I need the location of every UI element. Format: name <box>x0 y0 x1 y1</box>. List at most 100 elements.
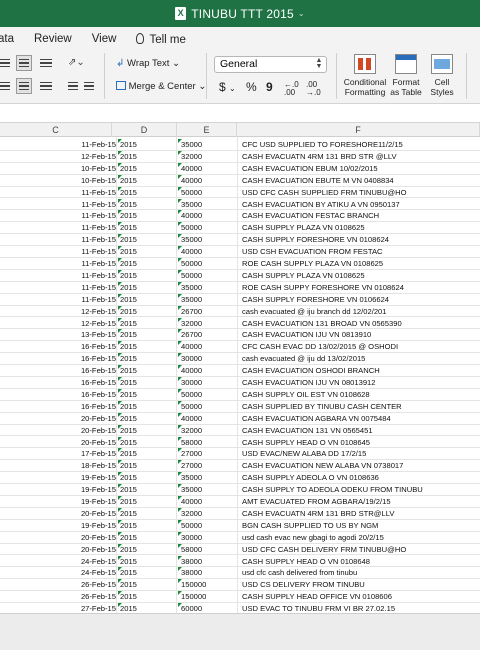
cell-date[interactable]: 11-Feb-15 <box>60 210 116 221</box>
cell-description[interactable]: CASH EVACUATION IJU VN 08013912 <box>240 377 480 388</box>
cell-date[interactable]: 20-Feb-15 <box>60 532 116 543</box>
cell-year[interactable]: 2015 <box>118 531 168 543</box>
cell-amount[interactable]: 30000 <box>178 353 234 364</box>
cell-year[interactable]: 2015 <box>118 543 168 555</box>
conditional-formatting-button[interactable]: Conditional Formatting <box>342 54 388 97</box>
cell-date[interactable]: 10-Feb-15 <box>60 163 116 174</box>
cell-year[interactable]: 2015 <box>118 507 168 519</box>
cell-amount[interactable]: 50000 <box>178 519 234 531</box>
cell-year[interactable]: 2015 <box>118 293 168 305</box>
cell-year[interactable]: 2015 <box>118 460 168 471</box>
cell-year[interactable]: 2015 <box>118 353 168 364</box>
merge-center-button[interactable]: Merge & Center ⌄ <box>116 81 206 92</box>
cell-amount[interactable]: 40000 <box>178 246 234 257</box>
cell-amount[interactable]: 26700 <box>178 329 234 340</box>
cell-description[interactable]: CASH EVACUATION NEW ALABA VN 0738017 <box>240 460 480 471</box>
tab-review[interactable]: Review <box>34 33 72 45</box>
cell-date[interactable]: 11-Feb-15 <box>60 187 116 198</box>
cell-year[interactable]: 2015 <box>118 174 168 186</box>
cell-year[interactable]: 2015 <box>118 472 168 483</box>
cell-year[interactable]: 2015 <box>118 496 168 507</box>
cell-styles-button[interactable]: Cell Styles <box>426 54 458 97</box>
cell-amount[interactable]: 50000 <box>178 186 234 198</box>
cell-amount[interactable]: 32000 <box>178 317 234 329</box>
cell-year[interactable]: 2015 <box>118 329 168 340</box>
cell-description[interactable]: CASH EVACUATION 131 BROAD VN 0565390 <box>240 318 480 329</box>
cell-amount[interactable]: 50000 <box>178 258 234 269</box>
increase-indent-icon[interactable] <box>84 80 94 92</box>
orientation-icon[interactable]: ⇗⌄ <box>68 57 85 68</box>
cell-year[interactable]: 2015 <box>118 222 168 233</box>
align-bottom-icon[interactable] <box>40 57 52 69</box>
align-center-icon[interactable] <box>16 78 32 94</box>
cell-amount[interactable]: 40000 <box>178 365 234 376</box>
cell-year[interactable]: 2015 <box>118 162 168 174</box>
cell-amount[interactable]: 50000 <box>178 400 234 412</box>
cell-year[interactable]: 2015 <box>118 436 168 448</box>
cell-description[interactable]: CASH SUPPLY TO ADEOLA ODEKU FROM TINUBU <box>240 484 480 495</box>
column-header-d[interactable]: D <box>112 123 177 137</box>
cell-year[interactable]: 2015 <box>118 258 168 269</box>
cell-year[interactable]: 2015 <box>118 305 168 317</box>
cell-description[interactable]: CASH EVACUATN 4RM 131 BRD STR@LLV <box>240 508 480 519</box>
cell-amount[interactable]: 30000 <box>178 377 234 388</box>
cell-amount[interactable]: 35000 <box>178 293 234 305</box>
cell-amount[interactable]: 150000 <box>178 579 234 590</box>
cell-date[interactable]: 19-Feb-15 <box>60 472 116 483</box>
cell-date[interactable]: 20-Feb-15 <box>60 413 116 424</box>
cell-description[interactable]: CASH SUPPLY FORESHORE VN 0106624 <box>240 294 480 305</box>
cell-year[interactable]: 2015 <box>118 412 168 424</box>
cell-amount[interactable]: 35000 <box>178 234 234 245</box>
cell-amount[interactable]: 150000 <box>178 591 234 602</box>
align-left-icon[interactable] <box>0 80 10 92</box>
cell-date[interactable]: 11-Feb-15 <box>60 294 116 305</box>
cell-description[interactable]: CASH EVACUATION FESTAC BRANCH <box>240 210 480 221</box>
cell-description[interactable]: ROE CASH SUPPY FORESHORE VN 0108624 <box>240 282 480 293</box>
cell-year[interactable]: 2015 <box>118 400 168 412</box>
cell-amount[interactable]: 35000 <box>178 472 234 483</box>
cell-amount[interactable]: 30000 <box>178 531 234 543</box>
cell-year[interactable]: 2015 <box>118 234 168 245</box>
column-header-f[interactable]: F <box>237 123 480 137</box>
cell-year[interactable]: 2015 <box>118 186 168 198</box>
cell-amount[interactable]: 40000 <box>178 174 234 186</box>
cell-year[interactable]: 2015 <box>118 150 168 162</box>
cell-amount[interactable]: 35000 <box>178 281 234 293</box>
cell-date[interactable]: 24-Feb-15 <box>60 567 116 578</box>
cell-amount[interactable]: 26700 <box>178 305 234 317</box>
cell-year[interactable]: 2015 <box>118 484 168 495</box>
cell-amount[interactable]: 35000 <box>178 139 234 150</box>
tell-me[interactable]: Tell me <box>136 32 186 46</box>
cell-date[interactable]: 20-Feb-15 <box>60 425 116 436</box>
cell-description[interactable]: USD EVAC/NEW ALABA DD 17/2/15 <box>240 448 480 459</box>
cell-amount[interactable]: 58000 <box>178 543 234 555</box>
cell-date[interactable]: 18-Feb-15 <box>60 460 116 471</box>
cell-amount[interactable]: 40000 <box>178 341 234 352</box>
cell-date[interactable]: 16-Feb-15 <box>60 353 116 364</box>
decrease-decimal-button[interactable]: .00 →.0 <box>306 81 321 97</box>
cell-amount[interactable]: 35000 <box>178 198 234 210</box>
cell-description[interactable]: cash evacuated @ iju dd 13/02/2015 <box>240 353 480 364</box>
cell-description[interactable]: usd cfc cash delivered from tinubu <box>240 567 480 578</box>
cell-description[interactable]: CASH SUPPLY PLAZA VN 0108625 <box>240 222 480 233</box>
cell-date[interactable]: 20-Feb-15 <box>60 544 116 555</box>
align-top-icon[interactable] <box>0 57 10 69</box>
cell-description[interactable]: CASH EVACUATION IJU VN 0813910 <box>240 329 480 340</box>
cell-amount[interactable]: 50000 <box>178 222 234 233</box>
cell-year[interactable]: 2015 <box>118 210 168 221</box>
cell-date[interactable]: 16-Feb-15 <box>60 365 116 376</box>
cell-date[interactable]: 26-Feb-15 <box>60 591 116 602</box>
cell-date[interactable]: 27-Feb-15 <box>60 603 116 613</box>
cell-date[interactable]: 16-Feb-15 <box>60 341 116 352</box>
cell-year[interactable]: 2015 <box>118 269 168 281</box>
cell-date[interactable]: 12-Feb-15 <box>60 306 116 317</box>
cell-amount[interactable]: 58000 <box>178 436 234 448</box>
wrap-text-button[interactable]: ↲ Wrap Text ⌄ <box>116 58 180 69</box>
cell-date[interactable]: 11-Feb-15 <box>60 234 116 245</box>
tab-data[interactable]: ata <box>0 33 14 45</box>
cell-date[interactable]: 17-Feb-15 <box>60 448 116 459</box>
cell-description[interactable]: CASH EVACUATION OSHODI BRANCH <box>240 365 480 376</box>
cell-year[interactable]: 2015 <box>118 448 168 459</box>
cell-description[interactable]: CASH EVACUATION BY ATIKU A VN 0950137 <box>240 199 480 210</box>
cell-description[interactable]: ROE CASH SUPPLY PLAZA VN 0108625 <box>240 258 480 269</box>
